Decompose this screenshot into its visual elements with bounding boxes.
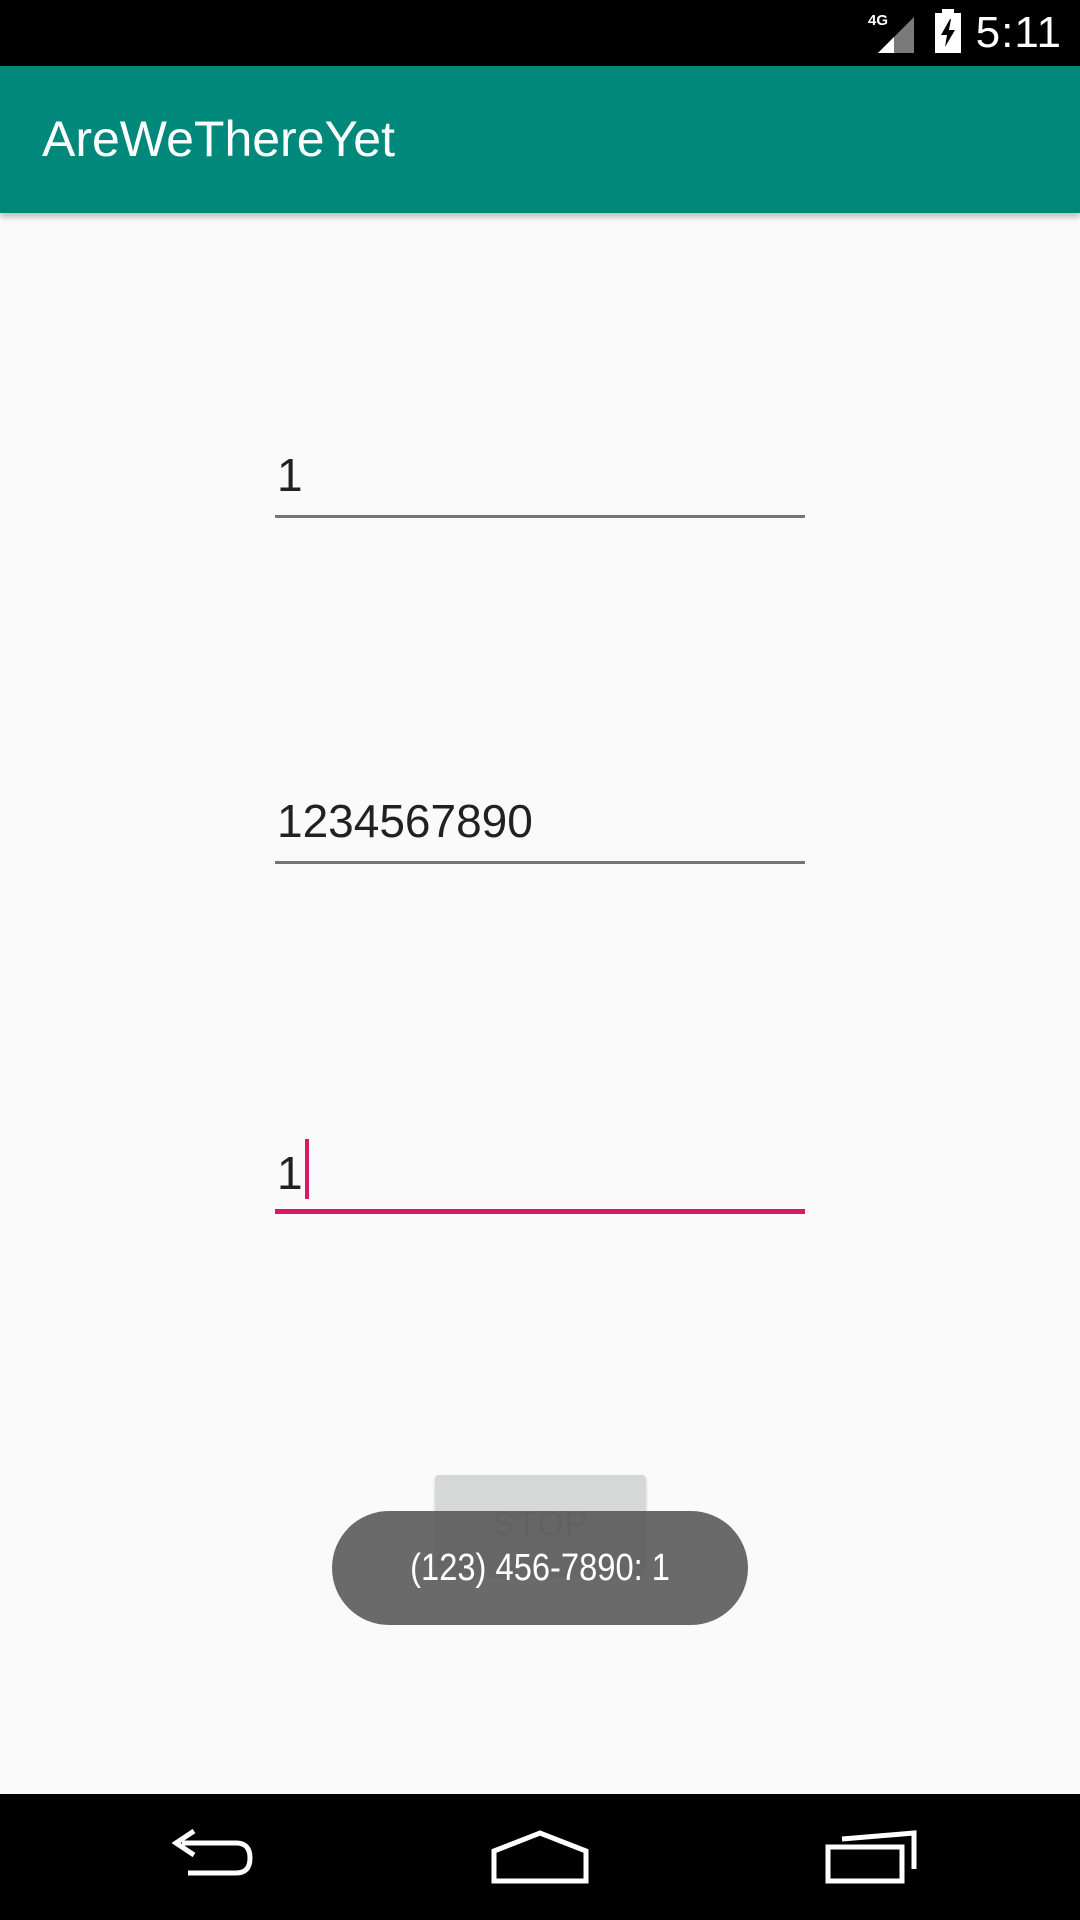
text-field-1-value: 1 — [277, 449, 303, 501]
text-field-1[interactable]: 1 — [275, 440, 805, 518]
status-bar: 4G 5:11 — [0, 0, 1080, 66]
recents-button[interactable] — [772, 1794, 972, 1920]
battery-charging-icon — [934, 8, 962, 58]
phone-number-field-underline — [275, 861, 805, 864]
phone-number-field[interactable]: 1234567890 — [275, 786, 805, 864]
phone-number-field-value: 1234567890 — [277, 795, 533, 847]
app-title: AreWeThereYet — [42, 111, 395, 167]
text-field-3-value: 1 — [277, 1147, 303, 1199]
text-field-3-content: 1 — [277, 1139, 309, 1200]
toast-message: (123) 456-7890: 1 — [410, 1546, 670, 1589]
app-bar: AreWeThereYet — [0, 66, 1080, 213]
status-icons: 4G 5:11 — [868, 0, 1062, 66]
text-cursor — [304, 1139, 309, 1199]
text-field-1-underline — [275, 515, 805, 518]
text-field-3-underline — [275, 1209, 805, 1214]
recents-icon — [825, 1830, 917, 1884]
back-button[interactable] — [110, 1794, 310, 1920]
network-4g-icon: 4G — [868, 9, 920, 58]
home-button[interactable] — [440, 1794, 640, 1920]
home-icon — [491, 1830, 589, 1884]
toast: (123) 456-7890: 1 — [332, 1511, 748, 1625]
nav-bar — [0, 1794, 1080, 1920]
text-field-3[interactable]: 1 — [275, 1134, 805, 1214]
screen: 4G 5:11 AreWeThereYet 1 1234567890 1 (12… — [0, 0, 1080, 1920]
back-icon — [171, 1829, 253, 1876]
status-time: 5:11 — [975, 8, 1062, 57]
svg-text:4G: 4G — [868, 12, 888, 29]
